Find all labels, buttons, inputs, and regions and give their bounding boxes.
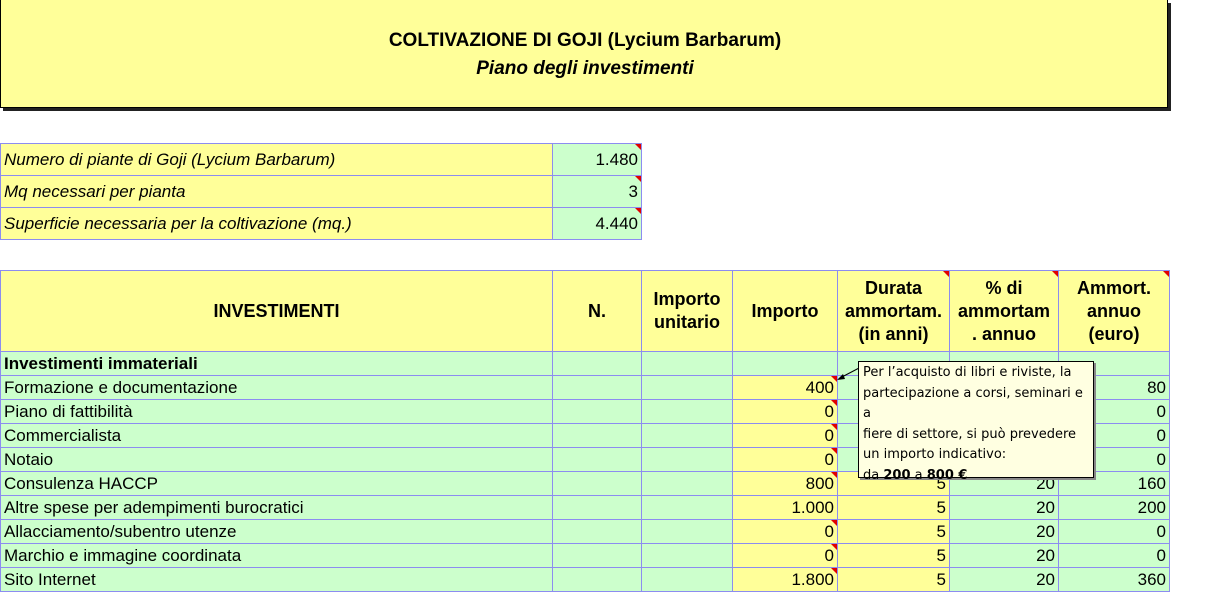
section-label: Investimenti immateriali	[0, 351, 553, 376]
param-label: Mq necessari per pianta	[0, 175, 553, 208]
row-n-cell[interactable]	[552, 519, 642, 544]
row-name: Allacciamento/subentro utenze	[0, 519, 553, 544]
row-unit-cell[interactable]	[641, 399, 733, 424]
header-perc-ammortamento: % di ammortam . annuo	[949, 270, 1059, 352]
row-perc-cell: 20	[949, 495, 1059, 520]
row-importo-cell[interactable]: 1.000	[732, 495, 838, 520]
header-importo-unitario: Importo unitario	[641, 270, 733, 352]
table-row: Altre spese per adempimenti burocratici …	[0, 495, 1170, 520]
row-name: Formazione e documentazione	[0, 375, 553, 400]
table-row: Sito Internet 1.800 5 20 360	[0, 567, 1170, 592]
header-durata: Durata ammortam. (in anni)	[837, 270, 950, 352]
row-annuo-cell: 0	[1058, 519, 1170, 544]
row-annuo-cell: 0	[1058, 543, 1170, 568]
row-unit-cell[interactable]	[641, 375, 733, 400]
param-row: Numero di piante di Goji (Lycium Barbaru…	[0, 143, 642, 176]
row-durata-cell[interactable]: 5	[837, 495, 950, 520]
row-unit-cell[interactable]	[641, 495, 733, 520]
row-annuo-cell: 360	[1058, 567, 1170, 592]
comment-mid: a	[910, 467, 927, 483]
row-name: Commercialista	[0, 423, 553, 448]
page-subtitle: Piano degli investimenti	[476, 58, 694, 79]
table-row: Allacciamento/subentro utenze 0 5 20 0	[0, 519, 1170, 544]
comment-max: 800 €	[926, 467, 968, 483]
row-n-cell[interactable]	[552, 495, 642, 520]
comment-line: partecipazione a corsi, seminari e a	[863, 385, 1083, 422]
header-importo: Importo	[732, 270, 838, 352]
row-durata-cell[interactable]: 5	[837, 543, 950, 568]
row-unit-cell[interactable]	[641, 471, 733, 496]
row-annuo-cell: 200	[1058, 495, 1170, 520]
comment-line: Per l’acquisto di libri e riviste, la	[863, 365, 1072, 380]
row-unit-cell[interactable]	[641, 423, 733, 448]
param-label: Superficie necessaria per la coltivazion…	[0, 207, 553, 240]
row-name: Consulenza HACCP	[0, 471, 553, 496]
row-name: Marchio e immagine coordinata	[0, 543, 553, 568]
param-value-cell[interactable]: 4.440	[552, 207, 642, 240]
header-ammort-annuo: Ammort. annuo (euro)	[1058, 270, 1170, 352]
row-n-cell[interactable]	[552, 399, 642, 424]
comment-line: fiere di settore, si può prevedere	[863, 426, 1077, 442]
row-name: Notaio	[0, 447, 553, 472]
table-row: Marchio e immagine coordinata 0 5 20 0	[0, 543, 1170, 568]
row-n-cell[interactable]	[552, 375, 642, 400]
comment-range: da 200 a 800 €	[863, 466, 1089, 487]
row-name: Piano di fattibilità	[0, 399, 553, 424]
row-name: Altre spese per adempimenti burocratici	[0, 495, 553, 520]
comment-prefix: da	[863, 467, 884, 483]
row-importo-cell[interactable]: 800	[732, 471, 838, 496]
row-perc-cell: 20	[949, 519, 1059, 544]
param-row: Mq necessari per pianta 3	[0, 175, 642, 208]
row-n-cell[interactable]	[552, 447, 642, 472]
row-importo-cell[interactable]: 0	[732, 543, 838, 568]
param-row: Superficie necessaria per la coltivazion…	[0, 207, 642, 240]
title-box: COLTIVAZIONE DI GOJI (Lycium Barbarum) P…	[0, 0, 1168, 108]
header-n: N.	[552, 270, 642, 352]
row-importo-cell[interactable]: 0	[732, 447, 838, 472]
row-n-cell[interactable]	[552, 567, 642, 592]
row-unit-cell[interactable]	[641, 519, 733, 544]
row-perc-cell: 20	[949, 543, 1059, 568]
row-n-cell[interactable]	[552, 543, 642, 568]
comment-line: un importo indicativo:	[863, 447, 1007, 462]
row-unit-cell[interactable]	[641, 447, 733, 472]
row-importo-cell[interactable]: 0	[732, 519, 838, 544]
row-importo-cell[interactable]: 0	[732, 423, 838, 448]
row-importo-cell[interactable]: 0	[732, 399, 838, 424]
header-row: INVESTIMENTI N. Importo unitario Importo…	[0, 270, 1170, 352]
params-table: Numero di piante di Goji (Lycium Barbaru…	[0, 143, 642, 240]
row-perc-cell: 20	[949, 567, 1059, 592]
row-n-cell[interactable]	[552, 471, 642, 496]
row-name: Sito Internet	[0, 567, 553, 592]
row-durata-cell[interactable]: 5	[837, 567, 950, 592]
header-investimenti: INVESTIMENTI	[0, 270, 553, 352]
row-importo-cell[interactable]: 1.800	[732, 567, 838, 592]
cell-comment-tooltip: Per l’acquisto di libri e riviste, la pa…	[858, 361, 1094, 483]
row-importo-cell[interactable]: 400	[732, 375, 838, 400]
page-title: COLTIVAZIONE DI GOJI (Lycium Barbarum)	[388, 30, 782, 51]
row-unit-cell[interactable]	[641, 567, 733, 592]
param-value-cell[interactable]: 1.480	[552, 143, 642, 176]
comment-min: 200	[883, 467, 911, 483]
param-value-cell[interactable]: 3	[552, 175, 642, 208]
param-label: Numero di piante di Goji (Lycium Barbaru…	[0, 143, 553, 176]
row-durata-cell[interactable]: 5	[837, 519, 950, 544]
row-unit-cell[interactable]	[641, 543, 733, 568]
row-n-cell[interactable]	[552, 423, 642, 448]
